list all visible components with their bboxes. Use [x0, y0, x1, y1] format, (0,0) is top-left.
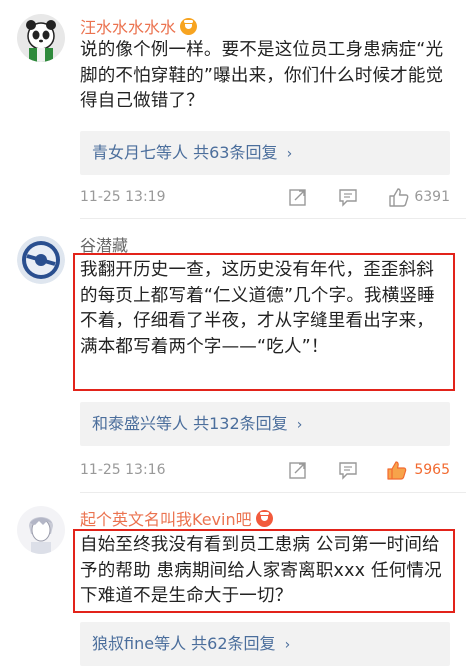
comment-icon[interactable] — [338, 460, 358, 480]
like-count: 5965 — [414, 462, 450, 478]
comment-icon[interactable] — [338, 187, 358, 207]
reply-count[interactable]: 共62条回复 — [191, 634, 275, 653]
share-icon[interactable] — [288, 460, 308, 480]
like-icon[interactable] — [386, 460, 407, 480]
replies-link[interactable]: 青女月七等人 共63条回复 › — [80, 131, 450, 175]
chevron-right-icon: › — [284, 637, 291, 653]
reply-count[interactable]: 共132条回复 — [193, 414, 288, 433]
reply-users[interactable]: 青女月七等人 — [92, 143, 188, 162]
like-count: 6391 — [414, 189, 450, 205]
share-icon[interactable] — [288, 187, 308, 207]
timestamp: 11-25 13:19 — [80, 189, 166, 205]
avatar[interactable] — [17, 14, 65, 62]
username[interactable]: 起个英文名叫我Kevin吧 — [80, 506, 273, 530]
chevron-right-icon: › — [296, 417, 303, 433]
vip-badge-icon — [180, 18, 198, 35]
avatar[interactable] — [17, 506, 65, 554]
divider — [80, 218, 466, 219]
replies-link[interactable]: 和泰盛兴等人 共132条回复 › — [80, 402, 450, 446]
replies-link[interactable]: 狼叔fine等人 共62条回复 › — [80, 622, 450, 666]
comment-text: 说的像个例一样。要不是这位员工身患病症“光脚的不怕穿鞋的”曝出来，你们什么时候才… — [80, 40, 444, 111]
username-text[interactable]: 起个英文名叫我Kevin吧 — [80, 510, 252, 529]
reply-users[interactable]: 狼叔fine等人 — [92, 634, 186, 653]
comment-meta: 11-25 13:16 5965 — [80, 458, 450, 482]
vip-badge-icon — [255, 510, 273, 527]
timestamp: 11-25 13:16 — [80, 462, 166, 478]
comment-text: 自始至终我没有看到员工患病 公司第一时间给予的帮助 患病期间给人家寄离职xxx … — [80, 535, 442, 606]
chevron-right-icon: › — [286, 146, 293, 162]
reply-users[interactable]: 和泰盛兴等人 — [92, 414, 188, 433]
comment-meta: 11-25 13:19 6391 — [80, 185, 450, 209]
username[interactable]: 汪水水水水水 — [80, 14, 198, 38]
reply-count[interactable]: 共63条回复 — [193, 143, 277, 162]
comment-text: 我翻开历史一查，这历史没有年代，歪歪斜斜的每页上都写着“仁义道德”几个字。我横竖… — [80, 260, 435, 357]
avatar[interactable] — [17, 236, 65, 284]
username-text[interactable]: 汪水水水水水 — [80, 18, 176, 37]
like-icon[interactable] — [388, 187, 409, 207]
divider — [80, 492, 466, 493]
